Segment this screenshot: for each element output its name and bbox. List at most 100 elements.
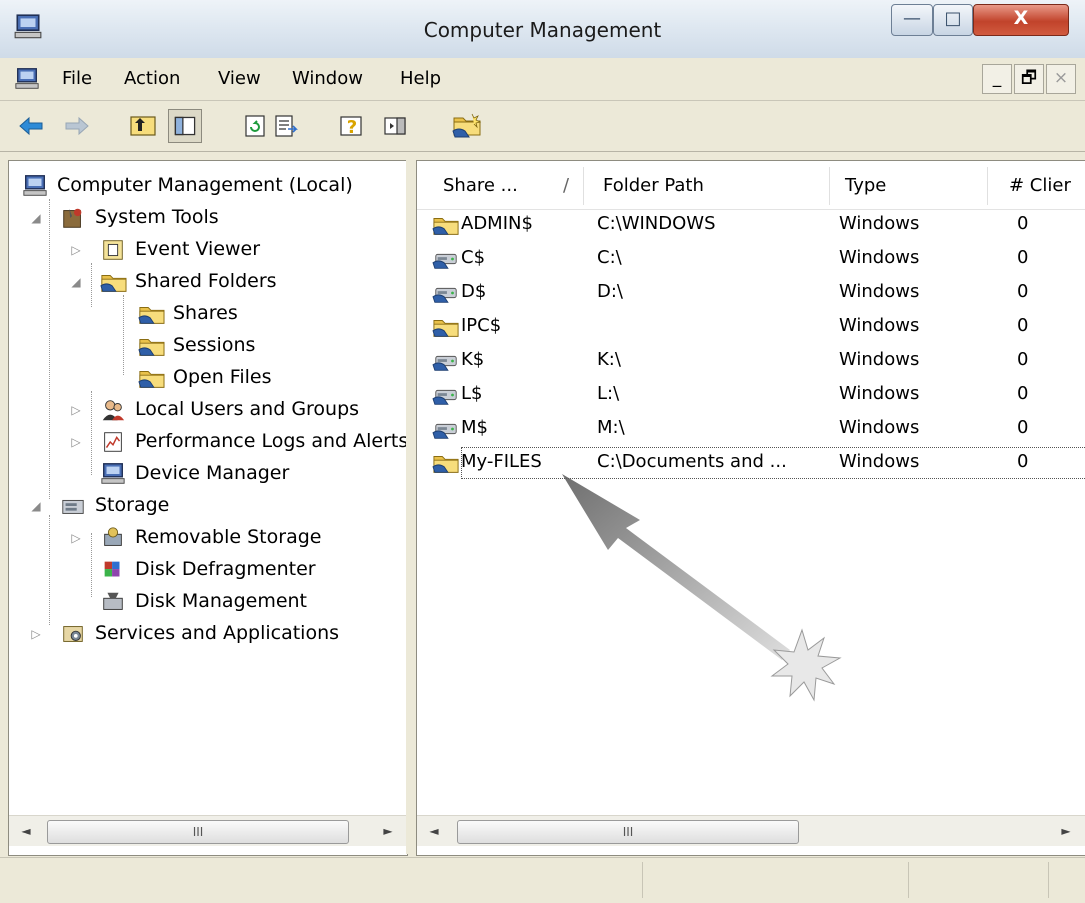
services-icon (63, 626, 83, 642)
list-item[interactable]: IPC$ Windows 0 (417, 311, 1085, 343)
tree-item-label: Shared Folders (135, 270, 277, 292)
client-count: 0 (1017, 281, 1029, 302)
drive-share-icon (432, 253, 457, 269)
list-item[interactable]: C$ C:\ Windows 0 (417, 243, 1085, 275)
share-name: C$ (461, 247, 486, 268)
list-item[interactable]: K$ K:\ Windows 0 (417, 345, 1085, 377)
status-bar-segment (908, 862, 1049, 898)
column-separator[interactable] (583, 167, 584, 205)
expand-arrow-icon[interactable]: ▷ (29, 627, 43, 641)
close-button[interactable]: X (973, 4, 1069, 36)
show-hide-console-tree-icon[interactable] (168, 109, 202, 143)
folder-share-icon (432, 456, 459, 473)
minimize-button[interactable]: — (891, 4, 933, 36)
title-bar[interactable]: Computer Management — □ X (0, 0, 1085, 59)
mdi-controls: _ 🗗 × (982, 64, 1080, 94)
collapse-arrow-icon[interactable]: ◢ (29, 211, 43, 225)
share-name: K$ (461, 349, 485, 370)
shares-list-pane[interactable]: Share ... / Folder Path Type # Clier ADM… (416, 160, 1085, 856)
menu-help[interactable]: Help (400, 68, 441, 89)
list-item[interactable]: D$ D:\ Windows 0 (417, 277, 1085, 309)
mdi-minimize-button[interactable]: _ (982, 64, 1012, 94)
tools-icon (63, 208, 82, 228)
share-type: Windows (839, 247, 920, 268)
column-separator[interactable] (987, 167, 988, 205)
menu-file[interactable]: File (62, 68, 92, 89)
scroll-left-arrow-icon[interactable]: ◄ (421, 816, 447, 846)
column-header-clients[interactable]: # Clier (1009, 175, 1071, 196)
folder-path: L:\ (597, 383, 620, 404)
toolbar: ? (0, 101, 1085, 152)
expand-arrow-icon[interactable]: ▷ (69, 403, 83, 417)
client-count: 0 (1017, 383, 1029, 404)
share-wizard-icon[interactable] (452, 111, 482, 141)
share-type: Windows (839, 213, 920, 234)
show-hide-action-pane-icon[interactable] (380, 111, 410, 141)
users-icon (102, 400, 125, 421)
forward-arrow-icon[interactable] (62, 111, 92, 141)
performance-icon (104, 432, 122, 452)
mdi-restore-button[interactable]: 🗗 (1014, 64, 1044, 94)
list-item-focused[interactable]: My-FILES C:\Documents and ... Windows 0 (417, 447, 1085, 479)
share-name: IPC$ (461, 315, 502, 336)
help-icon[interactable]: ? (338, 111, 368, 141)
collapse-arrow-icon[interactable]: ◢ (69, 275, 83, 289)
scroll-thumb[interactable]: III (457, 820, 799, 844)
folder-path: C:\WINDOWS (597, 213, 716, 234)
share-name: My-FILES (461, 451, 542, 472)
event-viewer-icon (103, 240, 123, 260)
menu-window[interactable]: Window (292, 68, 363, 89)
shared-folder-icon (138, 339, 165, 356)
up-one-level-icon[interactable] (128, 111, 158, 141)
scroll-right-arrow-icon[interactable]: ► (1053, 816, 1079, 846)
mdi-close-button[interactable]: × (1046, 64, 1076, 94)
console-tree-pane[interactable]: Computer Management (Local) ◢ System Too… (8, 160, 408, 856)
list-item[interactable]: M$ M:\ Windows 0 (417, 413, 1085, 445)
column-header-folder-path[interactable]: Folder Path (603, 175, 704, 196)
computer-management-window: Computer Management — □ X File Action Vi… (0, 0, 1085, 903)
export-list-icon[interactable] (270, 111, 300, 141)
expand-arrow-icon[interactable]: ▷ (69, 531, 83, 545)
scroll-right-arrow-icon[interactable]: ► (375, 816, 401, 846)
tree-connector (91, 391, 92, 475)
tree-item-label: Computer Management (Local) (57, 174, 353, 196)
column-header-share[interactable]: Share ... (443, 175, 518, 196)
list-horizontal-scrollbar[interactable]: ◄ III ► (417, 815, 1085, 846)
expand-arrow-icon[interactable]: ▷ (69, 435, 83, 449)
list-header: Share ... / Folder Path Type # Clier (417, 161, 1085, 210)
back-arrow-icon[interactable] (16, 111, 46, 141)
tree-item-label: Disk Defragmenter (135, 558, 316, 580)
tree-connector (49, 515, 50, 625)
drive-share-icon (432, 287, 457, 303)
tree-item-label: Removable Storage (135, 526, 322, 548)
scroll-thumb[interactable]: III (47, 820, 349, 844)
client-count: 0 (1017, 247, 1029, 268)
share-type: Windows (839, 281, 920, 302)
tree-item-label: Open Files (173, 366, 272, 388)
tree-connector (91, 533, 92, 597)
maximize-icon: □ (944, 8, 962, 29)
console-icon[interactable] (12, 66, 42, 92)
share-name: ADMIN$ (461, 213, 533, 234)
tree-item-label: Local Users and Groups (135, 398, 360, 420)
refresh-icon[interactable] (240, 111, 270, 141)
column-separator[interactable] (829, 167, 830, 205)
drive-share-icon (432, 389, 457, 405)
list-item[interactable]: ADMIN$ C:\WINDOWS Windows 0 (417, 209, 1085, 241)
collapse-arrow-icon[interactable]: ◢ (29, 499, 43, 513)
maximize-button[interactable]: □ (933, 4, 973, 36)
scroll-left-arrow-icon[interactable]: ◄ (13, 816, 39, 846)
menu-view[interactable]: View (218, 68, 261, 89)
tree-connector (49, 199, 50, 499)
menu-action[interactable]: Action (124, 68, 180, 89)
tree-horizontal-scrollbar[interactable]: ◄ III ► (9, 815, 407, 846)
list-item[interactable]: L$ L:\ Windows 0 (417, 379, 1085, 411)
folder-path: K:\ (597, 349, 621, 370)
expand-arrow-icon[interactable]: ▷ (69, 243, 83, 257)
share-type: Windows (839, 349, 920, 370)
disk-management-icon (103, 592, 123, 610)
pane-splitter[interactable] (406, 160, 416, 854)
status-bar-segment (1048, 862, 1085, 898)
shared-folder-icon (138, 371, 165, 388)
column-header-type[interactable]: Type (845, 175, 886, 196)
